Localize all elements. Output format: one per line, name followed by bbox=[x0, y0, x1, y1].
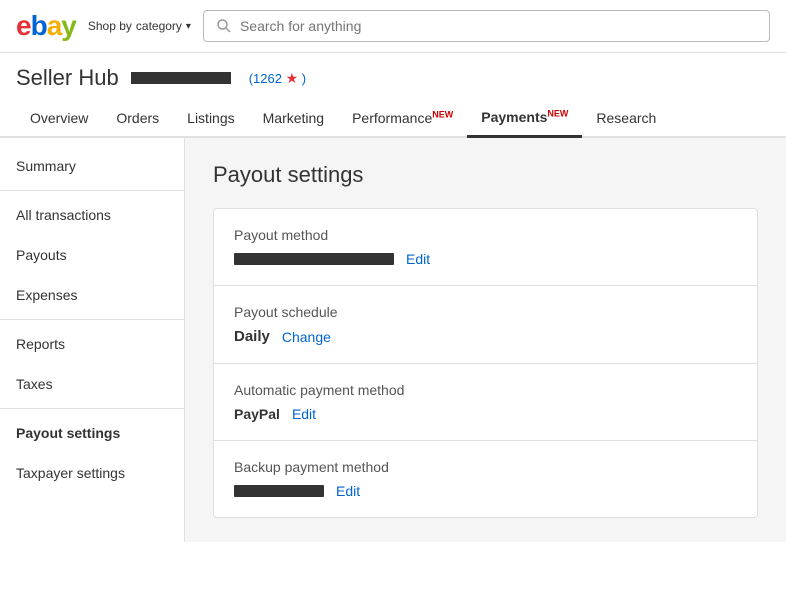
sidebar-item-summary[interactable]: Summary bbox=[0, 146, 184, 186]
payout-method-label: Payout method bbox=[234, 227, 737, 243]
section-payout-method: Payout method Edit bbox=[214, 209, 757, 286]
tab-marketing[interactable]: Marketing bbox=[249, 100, 338, 136]
payout-schedule-label: Payout schedule bbox=[234, 304, 737, 320]
automatic-payment-edit-link[interactable]: Edit bbox=[292, 406, 316, 422]
performance-new-badge: NEW bbox=[432, 109, 453, 119]
tab-listings[interactable]: Listings bbox=[173, 100, 248, 136]
tab-payments[interactable]: PaymentsNEW bbox=[467, 99, 582, 138]
seller-hub-title: Seller Hub bbox=[16, 65, 119, 91]
tab-overview[interactable]: Overview bbox=[16, 100, 102, 136]
payout-method-edit-link[interactable]: Edit bbox=[406, 251, 430, 267]
search-input[interactable] bbox=[240, 18, 757, 34]
settings-card: Payout method Edit Payout schedule Daily… bbox=[213, 208, 758, 518]
sidebar-divider-1 bbox=[0, 190, 184, 191]
backup-payment-value-row: Edit bbox=[234, 483, 737, 499]
nav-tabs: Overview Orders Listings Marketing Perfo… bbox=[0, 99, 786, 138]
tab-orders[interactable]: Orders bbox=[102, 100, 173, 136]
sidebar-item-payout-settings[interactable]: Payout settings bbox=[0, 413, 184, 453]
sidebar-item-taxpayer-settings[interactable]: Taxpayer settings bbox=[0, 453, 184, 493]
shop-by-category[interactable]: Shop by category ▾ bbox=[88, 19, 191, 33]
payout-schedule-change-link[interactable]: Change bbox=[282, 329, 331, 345]
logo-y: y bbox=[61, 12, 76, 40]
chevron-down-icon: ▾ bbox=[186, 21, 191, 32]
sidebar-item-expenses[interactable]: Expenses bbox=[0, 275, 184, 315]
seller-hub-bar: Seller Hub (1262 ★ ) bbox=[0, 53, 786, 99]
main-layout: Summary All transactions Payouts Expense… bbox=[0, 138, 786, 542]
search-icon bbox=[216, 18, 232, 34]
section-payout-schedule: Payout schedule Daily Change bbox=[214, 286, 757, 364]
automatic-payment-value: PayPal bbox=[234, 406, 280, 422]
backup-payment-edit-link[interactable]: Edit bbox=[336, 483, 360, 499]
payments-new-badge: NEW bbox=[547, 108, 568, 118]
page-title: Payout settings bbox=[213, 162, 758, 188]
sidebar-item-payouts[interactable]: Payouts bbox=[0, 235, 184, 275]
feedback-count[interactable]: (1262 ★ ) bbox=[249, 70, 306, 87]
sidebar: Summary All transactions Payouts Expense… bbox=[0, 138, 185, 542]
tab-performance[interactable]: PerformanceNEW bbox=[338, 100, 467, 136]
tab-research[interactable]: Research bbox=[582, 100, 670, 136]
sidebar-divider-3 bbox=[0, 408, 184, 409]
sidebar-divider-2 bbox=[0, 319, 184, 320]
section-automatic-payment: Automatic payment method PayPal Edit bbox=[214, 364, 757, 441]
payout-method-value-row: Edit bbox=[234, 251, 737, 267]
section-backup-payment: Backup payment method Edit bbox=[214, 441, 757, 517]
sidebar-item-all-transactions[interactable]: All transactions bbox=[0, 195, 184, 235]
payout-schedule-value: Daily bbox=[234, 328, 270, 345]
sidebar-item-reports[interactable]: Reports bbox=[0, 324, 184, 364]
payout-method-bar bbox=[234, 253, 394, 265]
sidebar-item-taxes[interactable]: Taxes bbox=[0, 364, 184, 404]
ebay-logo[interactable]: e b a y bbox=[16, 12, 76, 40]
content-area: Payout settings Payout method Edit Payou… bbox=[185, 138, 786, 542]
feedback-bar bbox=[131, 72, 231, 84]
shop-by-label: Shop by bbox=[88, 19, 132, 33]
logo-a: a bbox=[47, 12, 62, 40]
logo-e: e bbox=[16, 12, 31, 40]
category-label: category bbox=[136, 19, 182, 33]
logo-b1: b bbox=[31, 12, 47, 40]
automatic-payment-value-row: PayPal Edit bbox=[234, 406, 737, 422]
backup-payment-label: Backup payment method bbox=[234, 459, 737, 475]
search-bar[interactable] bbox=[203, 10, 770, 42]
header: e b a y Shop by category ▾ bbox=[0, 0, 786, 53]
payout-schedule-value-row: Daily Change bbox=[234, 328, 737, 345]
backup-payment-bar bbox=[234, 485, 324, 497]
automatic-payment-label: Automatic payment method bbox=[234, 382, 737, 398]
star-icon: ★ bbox=[286, 70, 299, 86]
